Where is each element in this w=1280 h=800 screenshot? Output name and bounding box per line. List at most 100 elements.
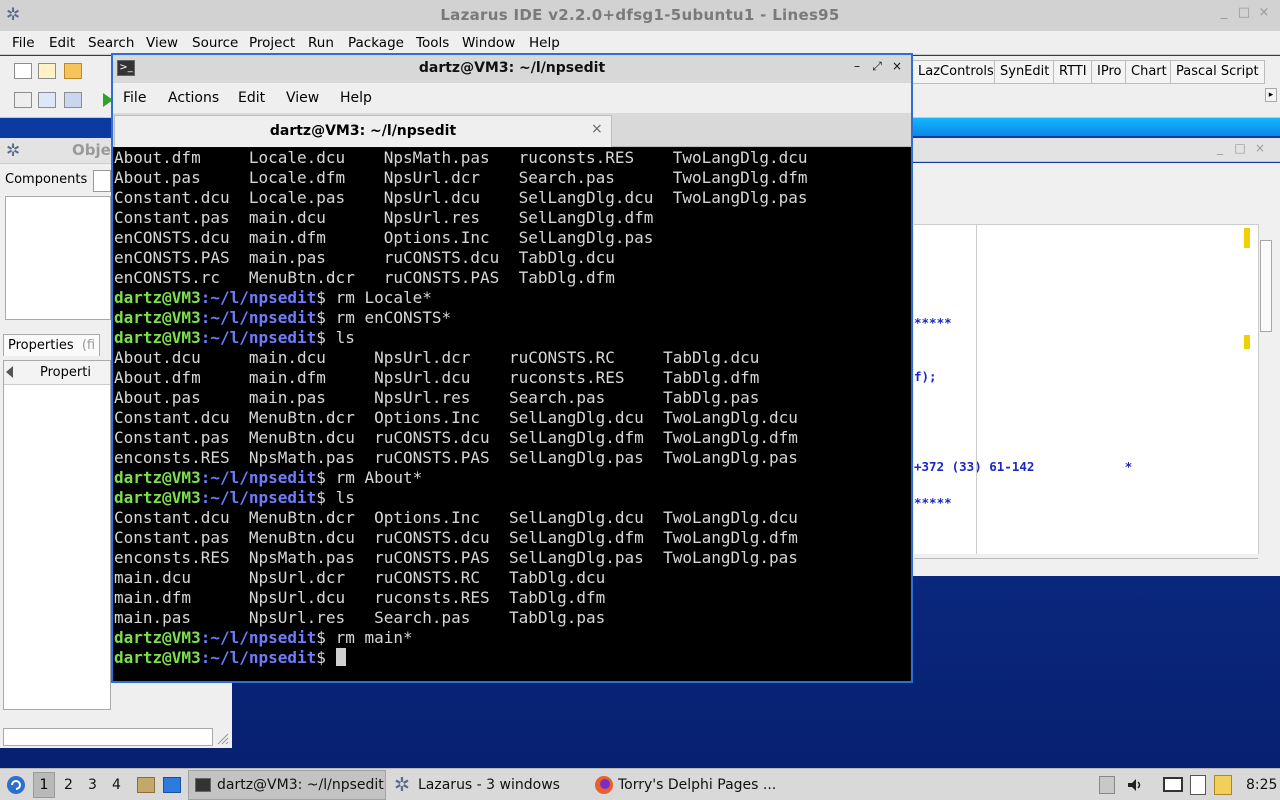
options-icon[interactable]: [64, 92, 82, 108]
chevron-left-icon[interactable]: [6, 366, 13, 378]
tab-properties[interactable]: Properties (fi: [3, 334, 101, 356]
palette-tab-rtti[interactable]: RTTI: [1053, 60, 1093, 84]
terminal-output-line: enCONSTS.dcu main.dfm Options.Inc SelLan…: [114, 228, 654, 247]
notification-area-icon[interactable]: [1099, 776, 1115, 794]
close-button[interactable]: ×: [1250, 141, 1270, 155]
menu-package[interactable]: Package: [348, 35, 404, 51]
task-label-terminal: dartz@VM3: ~/l/npsedit: [217, 777, 384, 793]
code-line: f);: [914, 369, 937, 384]
terminal-output-line: Constant.pas MenuBtn.dcu ruCONSTS.dcu Se…: [114, 428, 798, 447]
menu-run[interactable]: Run: [308, 35, 334, 51]
network-icon[interactable]: [1163, 777, 1183, 792]
component-tree[interactable]: [5, 196, 111, 320]
file-manager-icon[interactable]: [137, 777, 155, 793]
prompt-path: :~/l/npsedit: [200, 648, 317, 667]
menu-source[interactable]: Source: [192, 35, 238, 51]
new-form-icon[interactable]: [38, 63, 56, 79]
terminal-menu-edit[interactable]: Edit: [238, 90, 265, 106]
terminal-window: dartz@VM3: ~/l/npsedit >_ – ⤢ × File Actio…: [111, 53, 913, 683]
prompt-user: dartz@VM3: [114, 308, 201, 327]
terminal-title-bar[interactable]: dartz@VM3: ~/l/npsedit: [113, 55, 911, 83]
task-button-lazarus[interactable]: Lazarus - 3 windows: [418, 769, 560, 800]
terminal-output-line: Constant.pas MenuBtn.dcu ruCONSTS.dcu Se…: [114, 528, 798, 547]
change-marker: [1244, 228, 1250, 248]
source-code-pane[interactable]: ***** f); +372 (33) 61-142 * *****: [914, 224, 1258, 554]
maximize-button[interactable]: □: [1230, 141, 1250, 155]
lazarus-title-bar[interactable]: Lazarus IDE v2.2.0+dfsg1-5ubuntu1 - Line…: [0, 0, 1280, 31]
terminal-output-line: main.dcu NpsUrl.dcr ruCONSTS.RC TabDlg.d…: [114, 568, 606, 587]
change-marker: [1244, 335, 1250, 349]
terminal-menu-help[interactable]: Help: [340, 90, 372, 106]
prompt-path: :~/l/npsedit: [200, 328, 317, 347]
resize-grip-icon[interactable]: [214, 730, 230, 746]
menu-search[interactable]: Search: [88, 35, 134, 51]
workspace-2-button[interactable]: 2: [64, 769, 73, 800]
palette-tab-synedit[interactable]: SynEdit: [994, 60, 1056, 84]
terminal-command-line: dartz@VM3:~/l/npsedit$ ls: [114, 328, 910, 348]
terminal-window-title: dartz@VM3: ~/l/npsedit: [418, 60, 606, 76]
prompt-user: dartz@VM3: [114, 468, 201, 487]
menu-project[interactable]: Project: [249, 35, 295, 51]
menu-view[interactable]: View: [146, 35, 178, 51]
volume-icon[interactable]: [1126, 777, 1144, 793]
terminal-output-line: enconsts.RES NpsMath.pas ruCONSTS.PAS Se…: [114, 548, 798, 567]
terminal-output-line: enCONSTS.PAS main.pas ruCONSTS.dcu TabDl…: [114, 248, 615, 267]
terminal-menu-bar: File Actions Edit View Help: [113, 83, 911, 113]
terminal-menu-actions[interactable]: Actions: [168, 90, 219, 106]
maximize-button[interactable]: ⤢: [867, 59, 887, 74]
minimize-button[interactable]: _: [1210, 141, 1230, 155]
terminal-window-controls: – ⤢ ×: [847, 59, 907, 74]
code-line: *****: [914, 315, 952, 330]
terminal-output-line: enCONSTS.rc MenuBtn.dcr ruCONSTS.PAS Tab…: [114, 268, 615, 287]
minimize-button[interactable]: –: [847, 59, 867, 73]
workspace-1-button[interactable]: 1: [33, 772, 55, 798]
workspace-3-button[interactable]: 3: [88, 769, 97, 800]
menu-help[interactable]: Help: [529, 35, 560, 51]
palette-tab-lazcontrols[interactable]: LazControls: [912, 60, 1000, 84]
terminal-output[interactable]: About.dfm Locale.dcu NpsMath.pas ruconst…: [114, 148, 910, 681]
terminal-command-line: dartz@VM3:~/l/npsedit$ rm Locale*: [114, 288, 910, 308]
source-editor-title-bar[interactable]: _ □ ×: [912, 138, 1280, 162]
tab-close-icon[interactable]: ×: [591, 121, 603, 137]
menu-tools[interactable]: Tools: [416, 35, 449, 51]
firefox-icon: [595, 776, 613, 794]
view-units-icon[interactable]: [14, 92, 32, 108]
terminal-tab[interactable]: dartz@VM3: ~/l/npsedit: [114, 115, 612, 147]
updates-icon[interactable]: [1214, 775, 1232, 795]
terminal-command-line: dartz@VM3:~/l/npsedit$ rm enCONSTS*: [114, 308, 910, 328]
horizontal-scrollbar[interactable]: [914, 558, 1258, 574]
prompt-path: :~/l/npsedit: [200, 288, 317, 307]
open-icon[interactable]: [64, 63, 82, 79]
property-grid[interactable]: [3, 360, 111, 710]
minimize-button[interactable]: _: [1214, 5, 1234, 20]
prompt-path: :~/l/npsedit: [200, 488, 317, 507]
palette-tab-chart[interactable]: Chart: [1125, 60, 1173, 84]
vertical-scrollbar-thumb[interactable]: [1260, 240, 1272, 332]
palette-tab-ipro[interactable]: IPro: [1091, 60, 1128, 84]
start-menu-icon[interactable]: [6, 775, 26, 795]
terminal-command-line: dartz@VM3:~/l/npsedit$ rm About*: [114, 468, 910, 488]
menu-window[interactable]: Window: [462, 35, 515, 51]
menu-file[interactable]: File: [12, 35, 35, 51]
terminal-menu-view[interactable]: View: [286, 90, 319, 106]
clipboard-icon[interactable]: [1190, 775, 1206, 795]
show-desktop-icon[interactable]: [163, 777, 181, 793]
menu-edit[interactable]: Edit: [49, 35, 75, 51]
view-forms-icon[interactable]: [38, 92, 56, 108]
terminal-icon[interactable]: >_: [117, 60, 135, 76]
right-margin-line: [976, 224, 977, 554]
components-label: Components: [5, 172, 88, 187]
maximize-button[interactable]: □: [1234, 5, 1254, 20]
workspace-4-button[interactable]: 4: [112, 769, 121, 800]
new-unit-icon[interactable]: [14, 63, 32, 79]
terminal-menu-file[interactable]: File: [123, 90, 146, 106]
lazarus-icon[interactable]: ✲: [6, 6, 24, 24]
command-text: $: [316, 648, 336, 667]
palette-scroll-button[interactable]: ▸: [1265, 88, 1277, 102]
palette-tab-pascal-script[interactable]: Pascal Script: [1170, 60, 1265, 84]
components-filter-input[interactable]: [93, 170, 111, 192]
task-button-firefox[interactable]: Torry's Delphi Pages ...: [618, 769, 776, 800]
lazarus-menu-bar: File Edit Search View Source Project Run…: [0, 31, 1280, 55]
close-button[interactable]: ×: [887, 59, 907, 73]
close-button[interactable]: ×: [1254, 5, 1274, 20]
